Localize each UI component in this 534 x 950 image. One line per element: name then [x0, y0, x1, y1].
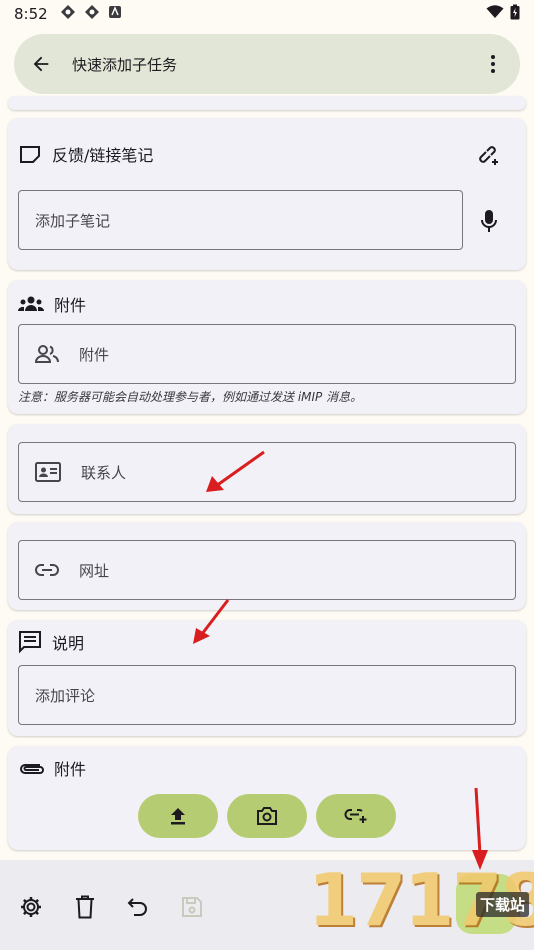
- people-icon: [35, 345, 59, 363]
- notes-header: 反馈/链接笔记: [18, 142, 153, 166]
- attachments-card: 附件: [8, 746, 526, 850]
- app-notification-icon: [108, 5, 122, 23]
- contact-card-icon: [35, 462, 61, 482]
- voice-input-button[interactable]: [476, 208, 502, 234]
- contact-input[interactable]: 联系人: [18, 442, 516, 502]
- add-link-button[interactable]: [476, 142, 502, 168]
- attendees-card: 附件 附件 注意：服务器可能会自动处理参与者，例如通过发送 iMIP 消息。: [8, 280, 526, 414]
- link-icon: [35, 563, 59, 577]
- card-fragment: [8, 96, 526, 110]
- subnote-input[interactable]: 添加子笔记: [18, 190, 463, 250]
- description-header: 说明: [18, 630, 84, 654]
- attendees-note: 注意：服务器可能会自动处理参与者，例如通过发送 iMIP 消息。: [18, 390, 363, 404]
- notes-card: 反馈/链接笔记 添加子笔记: [8, 118, 526, 270]
- top-app-bar: 快速添加子任务: [14, 34, 520, 94]
- add-link-icon: [344, 809, 367, 823]
- upload-button[interactable]: [138, 794, 218, 838]
- subnote-placeholder: 添加子笔记: [35, 211, 111, 230]
- mic-icon: [481, 210, 497, 232]
- description-title: 说明: [52, 634, 85, 653]
- url-input[interactable]: 网址: [18, 540, 516, 600]
- notification-icon: [84, 4, 100, 24]
- attachments-header: 附件: [18, 756, 86, 780]
- overflow-menu-button[interactable]: [480, 51, 506, 77]
- back-button[interactable]: [28, 51, 54, 77]
- settings-button[interactable]: [18, 894, 44, 920]
- url-placeholder: 网址: [79, 561, 110, 580]
- comment-input[interactable]: 添加评论: [18, 665, 516, 725]
- undo-icon: [127, 898, 147, 916]
- notes-title: 反馈/链接笔记: [52, 146, 154, 165]
- add-link-icon: [479, 146, 498, 165]
- comment-placeholder: 添加评论: [35, 686, 96, 705]
- status-time: 8:52: [14, 5, 48, 23]
- note-icon: [20, 146, 40, 163]
- paperclip-icon: [20, 764, 44, 774]
- groups-icon: [18, 296, 44, 311]
- attendees-header: 附件: [18, 292, 86, 316]
- notification-icon: [60, 4, 76, 24]
- description-card: 说明 添加评论: [8, 620, 526, 736]
- save-icon: [182, 897, 202, 917]
- attendees-placeholder: 附件: [79, 345, 110, 364]
- site-watermark-tag: 下载站: [476, 892, 530, 917]
- add-link-attachment-button[interactable]: [316, 794, 396, 838]
- save-draft-button[interactable]: [179, 894, 205, 920]
- url-card: 网址: [8, 522, 526, 610]
- more-vert-icon: [491, 55, 495, 73]
- contact-placeholder: 联系人: [81, 463, 127, 482]
- undo-button[interactable]: [125, 894, 151, 920]
- trash-icon: [76, 895, 94, 919]
- wifi-icon: [486, 5, 504, 23]
- page-title: 快速添加子任务: [72, 55, 178, 74]
- attachments-title: 附件: [54, 760, 87, 779]
- arrow-back-icon: [33, 56, 49, 72]
- attendees-input[interactable]: 附件: [18, 324, 516, 384]
- battery-icon: [510, 4, 520, 24]
- camera-icon: [257, 807, 277, 825]
- comment-icon: [19, 631, 41, 654]
- delete-button[interactable]: [72, 894, 98, 920]
- contact-card: 联系人: [8, 424, 526, 514]
- upload-icon: [171, 808, 185, 825]
- camera-button[interactable]: [227, 794, 307, 838]
- attendees-title: 附件: [54, 296, 87, 315]
- gear-icon: [21, 897, 41, 917]
- status-bar: 8:52: [0, 0, 534, 28]
